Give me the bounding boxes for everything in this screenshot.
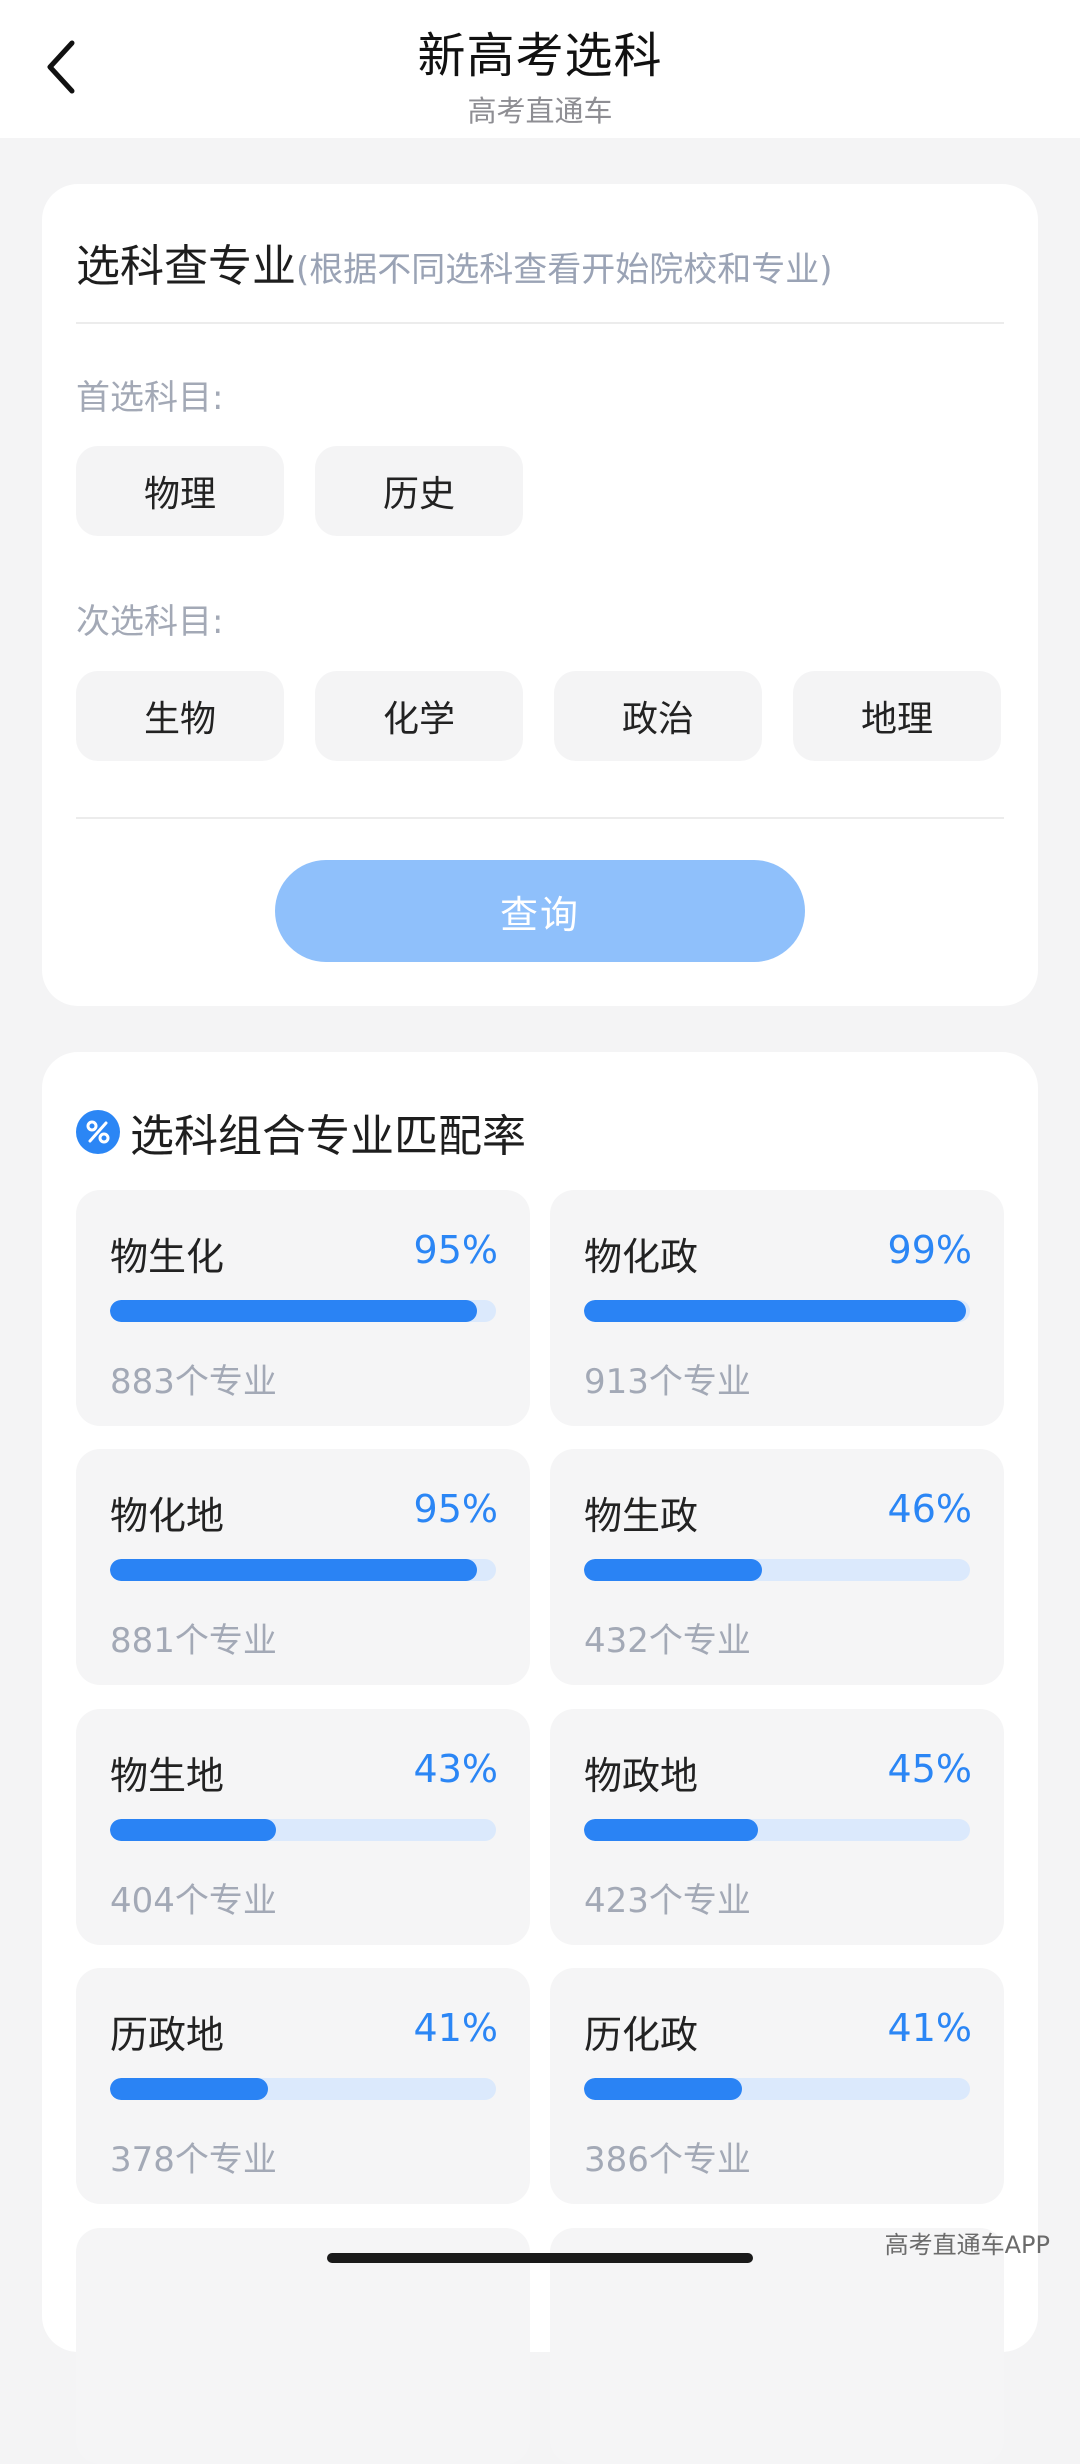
primary-option-physics[interactable]: 物理 — [76, 446, 284, 536]
combo-name: 历政地 — [110, 2013, 225, 2057]
major-count: 423个专业 — [584, 1881, 751, 1921]
combo-tile-partial[interactable] — [550, 2228, 1004, 2464]
progress-track — [110, 1819, 496, 1841]
percent-icon — [76, 1110, 120, 1154]
secondary-subject-label: 次选科目: — [76, 602, 224, 642]
combo-tile[interactable]: 物化政 99% 913个专业 — [550, 1190, 1004, 1426]
progress-track — [584, 1819, 970, 1841]
progress-track — [584, 1300, 970, 1322]
combo-tile-partial[interactable] — [76, 2228, 530, 2464]
combo-tile[interactable]: 物生地 43% 404个专业 — [76, 1709, 530, 1945]
major-count: 883个专业 — [110, 1362, 277, 1402]
selector-heading: 选科查专业(根据不同选科查看开始院校和专业) — [76, 230, 833, 294]
progress-fill — [110, 2078, 269, 2100]
combo-percent: 41% — [413, 2006, 498, 2050]
primary-subject-label: 首选科目: — [76, 378, 224, 418]
progress-track — [110, 1559, 496, 1581]
combo-percent: 95% — [413, 1228, 498, 1272]
combo-tile[interactable]: 历政地 41% 378个专业 — [76, 1968, 530, 2204]
progress-fill — [584, 1300, 967, 1322]
home-indicator[interactable] — [327, 2253, 753, 2263]
combo-percent: 45% — [887, 1747, 972, 1791]
combo-name: 历化政 — [584, 2013, 699, 2057]
progress-fill — [110, 1819, 276, 1841]
progress-fill — [584, 1819, 758, 1841]
progress-track — [584, 2078, 970, 2100]
major-count: 404个专业 — [110, 1881, 277, 1921]
combo-tile[interactable]: 历化政 41% 386个专业 — [550, 1968, 1004, 2204]
combo-tile[interactable]: 物化地 95% 881个专业 — [76, 1449, 530, 1685]
major-count: 881个专业 — [110, 1621, 277, 1661]
match-title: 选科组合专业匹配率 — [130, 1111, 526, 1162]
combo-name: 物生政 — [584, 1494, 699, 1538]
combo-name: 物化地 — [110, 1494, 225, 1538]
secondary-option-chemistry[interactable]: 化学 — [315, 671, 523, 761]
page-title: 新高考选科 — [417, 28, 663, 84]
combo-tile[interactable]: 物生化 95% 883个专业 — [76, 1190, 530, 1426]
progress-track — [110, 2078, 496, 2100]
combo-percent: 41% — [887, 2006, 972, 2050]
major-count: 378个专业 — [110, 2140, 277, 2180]
combo-percent: 99% — [887, 1228, 972, 1272]
progress-track — [584, 1559, 970, 1581]
progress-fill — [110, 1559, 477, 1581]
secondary-option-biology[interactable]: 生物 — [76, 671, 284, 761]
combo-name: 物生地 — [110, 1754, 225, 1798]
combo-percent: 43% — [413, 1747, 498, 1791]
query-button[interactable]: 查询 — [275, 860, 805, 962]
match-heading: 选科组合专业匹配率 — [76, 1102, 526, 1162]
combo-tile[interactable]: 物生政 46% 432个专业 — [550, 1449, 1004, 1685]
selector-title: 选科查专业 — [76, 241, 296, 292]
major-count: 432个专业 — [584, 1621, 751, 1661]
progress-fill — [584, 1559, 762, 1581]
combo-tile[interactable]: 物政地 45% 423个专业 — [550, 1709, 1004, 1945]
combo-name: 物化政 — [584, 1235, 699, 1279]
match-rate-card: 选科组合专业匹配率 物生化 95% 883个专业 物化政 99% 913个专业 … — [42, 1052, 1038, 2464]
combo-percent: 46% — [887, 1487, 972, 1531]
page-subtitle: 高考直通车 — [467, 94, 613, 128]
major-count: 913个专业 — [584, 1362, 751, 1402]
subject-selector-card: 选科查专业(根据不同选科查看开始院校和专业) 首选科目: 物理 历史 次选科目:… — [42, 184, 1038, 1006]
app-watermark: 高考直通车APP — [884, 2231, 1050, 2259]
progress-fill — [584, 2078, 743, 2100]
top-bar: 新高考选科 高考直通车 — [0, 0, 1080, 138]
combo-percent: 95% — [413, 1487, 498, 1531]
progress-fill — [110, 1300, 477, 1322]
secondary-option-politics[interactable]: 政治 — [554, 671, 762, 761]
combo-name: 物生化 — [110, 1235, 225, 1279]
primary-option-history[interactable]: 历史 — [315, 446, 523, 536]
selector-note: (根据不同选科查看开始院校和专业) — [296, 250, 833, 290]
divider — [76, 322, 1004, 324]
secondary-option-geography[interactable]: 地理 — [793, 671, 1001, 761]
major-count: 386个专业 — [584, 2140, 751, 2180]
combo-name: 物政地 — [584, 1754, 699, 1798]
progress-track — [110, 1300, 496, 1322]
divider — [76, 817, 1004, 819]
